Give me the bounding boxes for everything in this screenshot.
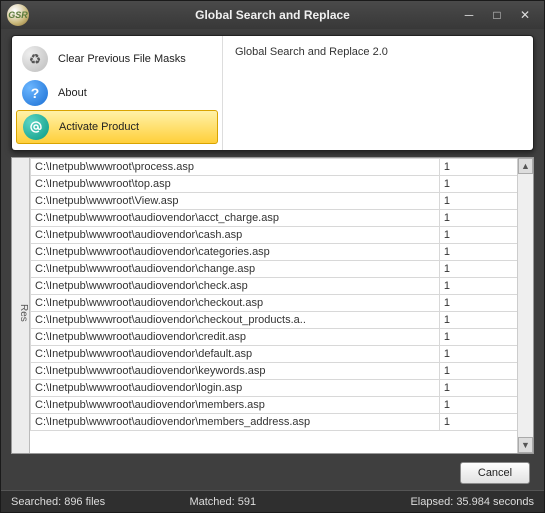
- product-version-text: Global Search and Replace 2.0: [235, 46, 521, 58]
- file-path-cell: C:\Inetpub\wwwroot\audiovendor\checkout_…: [31, 312, 440, 329]
- table-row[interactable]: C:\Inetpub\wwwroot\audiovendor\credit.as…: [31, 329, 533, 346]
- table-row[interactable]: C:\Inetpub\wwwroot\audiovendor\default.a…: [31, 346, 533, 363]
- results-table: C:\Inetpub\wwwroot\process.asp1C:\Inetpu…: [30, 158, 533, 431]
- table-row[interactable]: C:\Inetpub\wwwroot\audiovendor\keywords.…: [31, 363, 533, 380]
- table-row[interactable]: C:\Inetpub\wwwroot\audiovendor\members.a…: [31, 397, 533, 414]
- table-row[interactable]: C:\Inetpub\wwwroot\audiovendor\checkout_…: [31, 312, 533, 329]
- table-row[interactable]: C:\Inetpub\wwwroot\audiovendor\cash.asp1: [31, 227, 533, 244]
- file-path-cell: C:\Inetpub\wwwroot\audiovendor\check.asp: [31, 278, 440, 295]
- file-path-cell: C:\Inetpub\wwwroot\audiovendor\acct_char…: [31, 210, 440, 227]
- status-elapsed: Elapsed: 35.984 seconds: [368, 496, 534, 508]
- menu-label-activate: Activate Product: [59, 121, 139, 133]
- table-row[interactable]: C:\Inetpub\wwwroot\audiovendor\check.asp…: [31, 278, 533, 295]
- window-controls: ─ □ ✕: [460, 7, 544, 23]
- scroll-up-icon[interactable]: ▲: [518, 158, 533, 174]
- results-table-wrap: C:\Inetpub\wwwroot\process.asp1C:\Inetpu…: [30, 158, 533, 453]
- scroll-track[interactable]: [518, 174, 533, 437]
- file-path-cell: C:\Inetpub\wwwroot\audiovendor\members_a…: [31, 414, 440, 431]
- scroll-down-icon[interactable]: ▼: [518, 437, 533, 453]
- file-path-cell: C:\Inetpub\wwwroot\audiovendor\login.asp: [31, 380, 440, 397]
- table-row[interactable]: C:\Inetpub\wwwroot\audiovendor\members_a…: [31, 414, 533, 431]
- menu-info-pane: Global Search and Replace 2.0: [222, 36, 533, 150]
- app-window: GSR Global Search and Replace ─ □ ✕ ♻ Cl…: [0, 0, 545, 513]
- file-path-cell: C:\Inetpub\wwwroot\process.asp: [31, 159, 440, 176]
- table-row[interactable]: C:\Inetpub\wwwroot\audiovendor\categorie…: [31, 244, 533, 261]
- file-path-cell: C:\Inetpub\wwwroot\audiovendor\categorie…: [31, 244, 440, 261]
- menu-label-about: About: [58, 87, 87, 99]
- menu-item-about[interactable]: ? About: [16, 76, 218, 110]
- app-menu-panel: ♻ Clear Previous File Masks ? About Acti…: [11, 35, 534, 151]
- results-tab[interactable]: Res: [12, 158, 30, 453]
- status-searched: Searched: 896 files: [11, 496, 149, 508]
- close-button[interactable]: ✕: [516, 7, 534, 23]
- file-path-cell: C:\Inetpub\wwwroot\audiovendor\checkout.…: [31, 295, 440, 312]
- file-path-cell: C:\Inetpub\wwwroot\audiovendor\members.a…: [31, 397, 440, 414]
- info-icon: ?: [22, 80, 48, 106]
- results-pane: Res C:\Inetpub\wwwroot\process.asp1C:\In…: [11, 157, 534, 454]
- status-bar: Searched: 896 files Matched: 591 Elapsed…: [1, 490, 544, 512]
- table-row[interactable]: C:\Inetpub\wwwroot\audiovendor\checkout.…: [31, 295, 533, 312]
- menu-list: ♻ Clear Previous File Masks ? About Acti…: [12, 36, 222, 150]
- menu-item-clear-masks[interactable]: ♻ Clear Previous File Masks: [16, 42, 218, 76]
- file-path-cell: C:\Inetpub\wwwroot\audiovendor\default.a…: [31, 346, 440, 363]
- file-path-cell: C:\Inetpub\wwwroot\top.asp: [31, 176, 440, 193]
- table-row[interactable]: C:\Inetpub\wwwroot\process.asp1: [31, 159, 533, 176]
- file-path-cell: C:\Inetpub\wwwroot\View.asp: [31, 193, 440, 210]
- minimize-button[interactable]: ─: [460, 7, 478, 23]
- cancel-button[interactable]: Cancel: [460, 462, 530, 484]
- table-row[interactable]: C:\Inetpub\wwwroot\audiovendor\change.as…: [31, 261, 533, 278]
- vertical-scrollbar[interactable]: ▲ ▼: [517, 158, 533, 453]
- table-row[interactable]: C:\Inetpub\wwwroot\top.asp1: [31, 176, 533, 193]
- menu-item-activate[interactable]: Activate Product: [16, 110, 218, 144]
- table-row[interactable]: C:\Inetpub\wwwroot\View.asp1: [31, 193, 533, 210]
- app-icon: GSR: [7, 4, 29, 26]
- file-path-cell: C:\Inetpub\wwwroot\audiovendor\cash.asp: [31, 227, 440, 244]
- recycle-icon: ♻: [22, 46, 48, 72]
- maximize-button[interactable]: □: [488, 7, 506, 23]
- file-path-cell: C:\Inetpub\wwwroot\audiovendor\credit.as…: [31, 329, 440, 346]
- table-row[interactable]: C:\Inetpub\wwwroot\audiovendor\login.asp…: [31, 380, 533, 397]
- menu-label-clear: Clear Previous File Masks: [58, 53, 186, 65]
- table-row[interactable]: C:\Inetpub\wwwroot\audiovendor\acct_char…: [31, 210, 533, 227]
- status-matched: Matched: 591: [189, 496, 327, 508]
- footer-button-row: Cancel: [1, 458, 544, 490]
- file-path-cell: C:\Inetpub\wwwroot\audiovendor\change.as…: [31, 261, 440, 278]
- file-path-cell: C:\Inetpub\wwwroot\audiovendor\keywords.…: [31, 363, 440, 380]
- at-sign-icon: [23, 114, 49, 140]
- titlebar[interactable]: GSR Global Search and Replace ─ □ ✕: [1, 1, 544, 29]
